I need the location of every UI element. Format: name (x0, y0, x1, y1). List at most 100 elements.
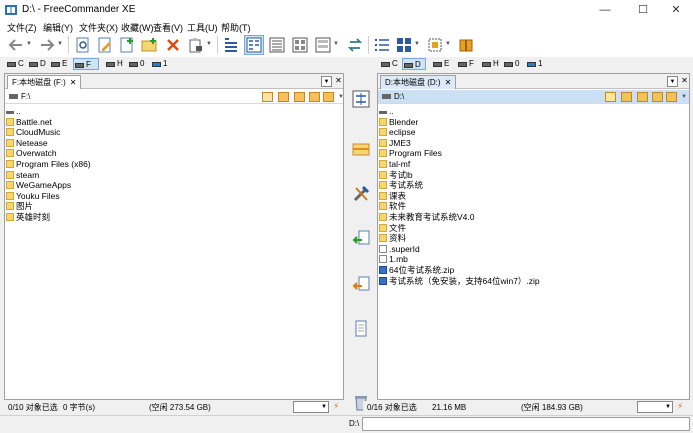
recent-folder-icon[interactable] (294, 92, 305, 102)
tab-close-all-icon[interactable]: ✕ (333, 76, 344, 87)
copy-to-left-icon[interactable] (351, 229, 371, 249)
left-path-bar[interactable]: F:\ ▼ (5, 90, 344, 104)
favorites-folder-icon[interactable] (621, 92, 632, 102)
brief-view-icon[interactable] (244, 35, 264, 55)
right-panel[interactable]: D:本地磁盘 (D:) ✕ ▼ ✕ D:\ ▼ .. Blender eclipse J… (377, 73, 690, 400)
left-filter-icon[interactable]: ⚡ (333, 401, 343, 411)
tab-list-dropdown-icon[interactable]: ▼ (667, 76, 678, 87)
root-folder-icon[interactable] (323, 92, 334, 102)
list-view-icon[interactable] (314, 36, 332, 54)
sync-compare-icon[interactable] (351, 89, 371, 109)
select-icon[interactable] (426, 36, 444, 54)
favorites-folder-icon[interactable] (278, 92, 289, 102)
archive-icon[interactable] (457, 36, 475, 54)
drive-button-1[interactable]: 1 (151, 58, 167, 70)
parent-folder-icon[interactable] (652, 92, 663, 102)
file-row[interactable]: 考试系统（免安装，支持64位win7）.zip (378, 276, 689, 287)
drive-button-d[interactable]: D (28, 58, 46, 70)
folder-row[interactable]: Overwatch (5, 148, 343, 159)
file-row[interactable]: 64位考试系统.zip (378, 265, 689, 276)
drive-button-f[interactable]: F (73, 58, 99, 70)
thumbnails-view-icon[interactable] (291, 36, 309, 54)
new-folder-icon[interactable] (140, 36, 158, 54)
left-panel[interactable]: F:本地磁盘 (F:) ✕ ▼ ✕ F:\ ▼ .. Battle.net Cloud… (4, 73, 344, 400)
right-filter-select[interactable]: ▼ (637, 401, 673, 413)
tab-close-all-icon[interactable]: ✕ (679, 76, 690, 87)
parent-folder-icon[interactable] (309, 92, 320, 102)
details-view-icon[interactable] (268, 36, 286, 54)
folder-row[interactable]: Netease (5, 138, 343, 149)
forward-dropdown-icon[interactable]: ▼ (57, 41, 63, 47)
path-dropdown-icon[interactable]: ▼ (338, 94, 344, 100)
folder-row[interactable]: eclipse (378, 127, 689, 138)
folder-row[interactable]: steam (5, 170, 343, 181)
checklist-icon[interactable] (373, 36, 391, 54)
drive-button-c[interactable]: C (6, 58, 24, 70)
folder-row[interactable]: 课表 (378, 191, 689, 202)
tab-close-icon[interactable]: ✕ (445, 78, 452, 87)
drive-button-0[interactable]: 0 (503, 58, 519, 70)
close-button[interactable]: ✕ (659, 0, 693, 20)
file-row[interactable]: .superId (378, 244, 689, 255)
right-tab[interactable]: D:本地磁盘 (D:) ✕ (380, 75, 457, 89)
view-file-icon[interactable] (74, 36, 92, 54)
folder-row[interactable]: 资料 (378, 233, 689, 244)
right-filter-icon[interactable]: ⚡ (677, 401, 687, 411)
path-dropdown-icon[interactable]: ▼ (681, 94, 687, 100)
folder-row[interactable]: Blender (378, 117, 689, 128)
swap-panels-icon[interactable] (346, 36, 364, 54)
parent-dir-row[interactable]: .. (5, 106, 343, 117)
move-to-left-icon[interactable] (351, 275, 371, 295)
select-dropdown-icon[interactable]: ▼ (445, 41, 451, 47)
command-line-input[interactable] (362, 417, 690, 431)
maximize-button[interactable]: ☐ (626, 0, 660, 20)
properties-dropdown-icon[interactable]: ▼ (206, 41, 212, 47)
tab-list-dropdown-icon[interactable]: ▼ (321, 76, 332, 87)
folder-row[interactable]: 未来教育考试系统V4.0 (378, 212, 689, 223)
parent-dir-row[interactable]: .. (378, 106, 689, 117)
edit-file-icon[interactable] (96, 36, 114, 54)
folder-row[interactable]: JME3 (378, 138, 689, 149)
folder-sync-icon[interactable] (351, 139, 371, 159)
tools-icon[interactable] (351, 184, 371, 204)
folder-row[interactable]: CloudMusic (5, 127, 343, 138)
folder-row[interactable]: 文件 (378, 223, 689, 234)
folder-row[interactable]: 软件 (378, 201, 689, 212)
document-icon[interactable] (351, 319, 371, 339)
drive-button-h[interactable]: H (105, 58, 123, 70)
left-tab[interactable]: F:本地磁盘 (F:) ✕ (7, 75, 82, 89)
drive-button-f[interactable]: F (457, 58, 474, 70)
forward-arrow-icon[interactable] (38, 36, 56, 54)
minimize-button[interactable]: — (588, 0, 622, 20)
drive-button-c[interactable]: C (380, 58, 398, 70)
folder-row[interactable]: 英雄时刻 (5, 212, 343, 223)
drive-button-1[interactable]: 1 (526, 58, 542, 70)
left-file-list[interactable]: .. Battle.net CloudMusic Netease Overwatch Pr… (5, 106, 343, 223)
back-arrow-icon[interactable] (7, 36, 25, 54)
recent-folder-icon[interactable] (637, 92, 648, 102)
history-folder-icon[interactable] (605, 92, 616, 102)
right-file-list[interactable]: .. Blender eclipse JME3 Program Files tal-mf 考… (378, 106, 689, 286)
drive-button-d[interactable]: D (402, 58, 426, 70)
drive-button-e[interactable]: E (432, 58, 449, 70)
tree-view-icon[interactable] (222, 36, 240, 54)
folder-row[interactable]: Youku Files (5, 191, 343, 202)
folder-row[interactable]: 考试系统 (378, 180, 689, 191)
folder-row[interactable]: tal-mf (378, 159, 689, 170)
layout-dropdown-icon[interactable]: ▼ (414, 41, 420, 47)
delete-icon[interactable] (164, 36, 182, 54)
folder-row[interactable]: Battle.net (5, 117, 343, 128)
folder-row[interactable]: WeGameApps (5, 180, 343, 191)
drive-button-h[interactable]: H (481, 58, 499, 70)
new-file-icon[interactable] (118, 36, 136, 54)
right-path-bar[interactable]: D:\ ▼ (378, 90, 689, 104)
properties-icon[interactable] (187, 36, 205, 54)
folder-row[interactable]: Program Files (378, 148, 689, 159)
back-dropdown-icon[interactable]: ▼ (26, 41, 32, 47)
history-folder-icon[interactable] (262, 92, 273, 102)
layout-icon[interactable] (395, 36, 413, 54)
folder-row[interactable]: 图片 (5, 201, 343, 212)
view-dropdown-icon[interactable]: ▼ (333, 41, 339, 47)
root-folder-icon[interactable] (666, 92, 677, 102)
folder-row[interactable]: 考试lb (378, 170, 689, 181)
